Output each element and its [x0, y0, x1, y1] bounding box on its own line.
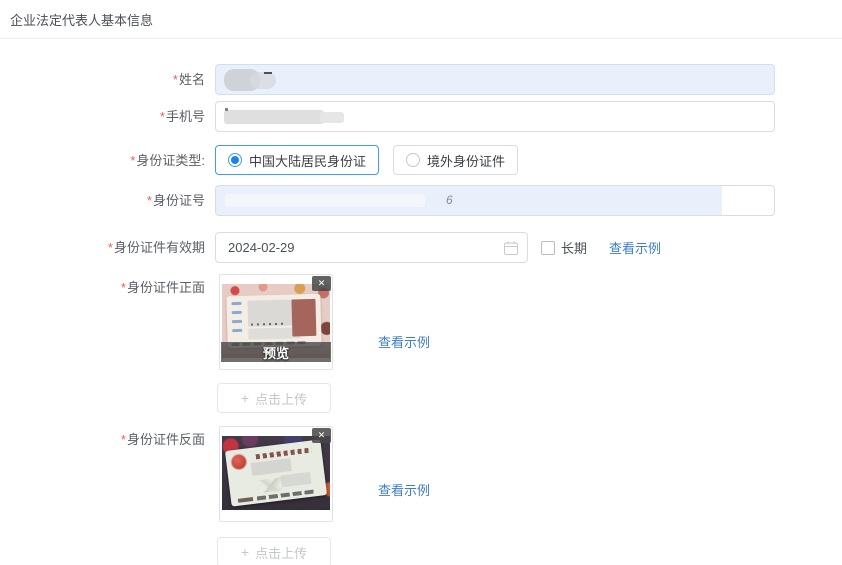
long-term-label: 长期 — [561, 241, 588, 256]
row-validity: *身份证件有效期 2024-02-29 长期 查看示例 — [0, 232, 842, 263]
upload-button-label: 点击上传 — [255, 545, 308, 561]
legal-representative-form: 企业法定代表人基本信息 *姓名 *手机号 *身份证类型: 中国大陆居民身份证 境… — [0, 0, 842, 565]
required-marker: * — [130, 152, 136, 168]
upload-button-label: 点击上传 — [255, 391, 308, 407]
id-back-thumbnail[interactable]: ✕ — [219, 426, 333, 522]
id-front-upload-button[interactable]: + 点击上传 — [217, 383, 331, 413]
validity-date-input[interactable]: 2024-02-29 — [215, 232, 528, 263]
required-marker: * — [120, 432, 126, 447]
id-number-visible-char: 6 — [446, 193, 453, 207]
name-input[interactable] — [215, 64, 775, 95]
id-number-input[interactable]: 6 — [215, 185, 775, 216]
validity-label: *身份证件有效期 — [107, 240, 205, 255]
phone-input[interactable] — [215, 101, 775, 132]
required-marker: * — [172, 72, 178, 87]
redacted-name-value — [264, 72, 272, 74]
id-back-upload-button[interactable]: + 点击上传 — [217, 537, 331, 565]
name-label: *姓名 — [172, 72, 205, 87]
id-back-label: *身份证件反面 — [120, 432, 205, 447]
radio-selected-icon — [228, 153, 242, 167]
row-name: *姓名 — [0, 64, 842, 95]
id-back-photo — [222, 436, 330, 510]
preview-overlay[interactable]: 预览 — [221, 342, 331, 362]
form-body: *姓名 *手机号 *身份证类型: 中国大陆居民身份证 境外身份证件 *身份证号 … — [0, 39, 842, 565]
validity-date-value: 2024-02-29 — [228, 240, 295, 255]
redacted-name-value — [250, 72, 276, 89]
required-marker: * — [159, 109, 165, 124]
id-back-upload-block: ✕ + 点击上传 — [215, 426, 333, 565]
redacted-phone-value — [225, 108, 228, 111]
id-card-front-artwork — [226, 293, 322, 349]
plus-icon: + — [240, 390, 250, 406]
phone-label: *手机号 — [159, 109, 205, 124]
row-id-back: *身份证件反面 ✕ + 点击上传 查看示例 — [0, 426, 842, 565]
radio-mainland-id-label: 中国大陆居民身份证 — [249, 153, 367, 169]
validity-example-link[interactable]: 查看示例 — [609, 238, 661, 257]
required-marker: * — [146, 193, 152, 208]
radio-unselected-icon — [406, 153, 421, 167]
required-marker: * — [107, 240, 113, 255]
close-icon[interactable]: ✕ — [312, 276, 331, 291]
row-phone: *手机号 — [0, 101, 842, 132]
id-front-upload-block: 预览 ✕ + 点击上传 — [215, 274, 333, 413]
section-title-text: 企业法定代表人基本信息 — [10, 13, 154, 28]
long-term-checkbox[interactable] — [541, 240, 555, 255]
radio-mainland-id[interactable]: 中国大陆居民身份证 — [215, 145, 380, 175]
row-id-number: *身份证号 6 — [0, 185, 842, 216]
required-marker: * — [120, 280, 126, 295]
id-front-thumbnail[interactable]: 预览 ✕ — [219, 274, 333, 370]
id-back-example-link[interactable]: 查看示例 — [378, 480, 430, 499]
id-front-label: *身份证件正面 — [120, 280, 205, 295]
row-id-front: *身份证件正面 预览 ✕ + 点击上传 查看示例 — [0, 274, 842, 413]
id-type-label: *身份证类型: — [130, 152, 205, 168]
plus-icon: + — [240, 544, 250, 560]
id-portrait-area — [291, 298, 317, 337]
redacted-phone-value — [320, 112, 344, 123]
radio-overseas-id[interactable]: 境外身份证件 — [393, 145, 519, 175]
close-icon[interactable]: ✕ — [312, 428, 331, 443]
id-front-example-link[interactable]: 查看示例 — [378, 332, 430, 351]
id-number-label: *身份证号 — [146, 193, 205, 208]
national-emblem-icon — [230, 453, 248, 471]
preview-label: 预览 — [262, 345, 289, 361]
redacted-id-number-value — [225, 194, 425, 207]
redacted-phone-value — [224, 110, 324, 124]
radio-overseas-id-label: 境外身份证件 — [427, 153, 506, 169]
calendar-icon[interactable] — [504, 241, 518, 255]
row-id-type: *身份证类型: 中国大陆居民身份证 境外身份证件 — [0, 145, 842, 175]
section-title: 企业法定代表人基本信息 — [0, 0, 842, 39]
id-card-back-artwork — [224, 439, 328, 507]
